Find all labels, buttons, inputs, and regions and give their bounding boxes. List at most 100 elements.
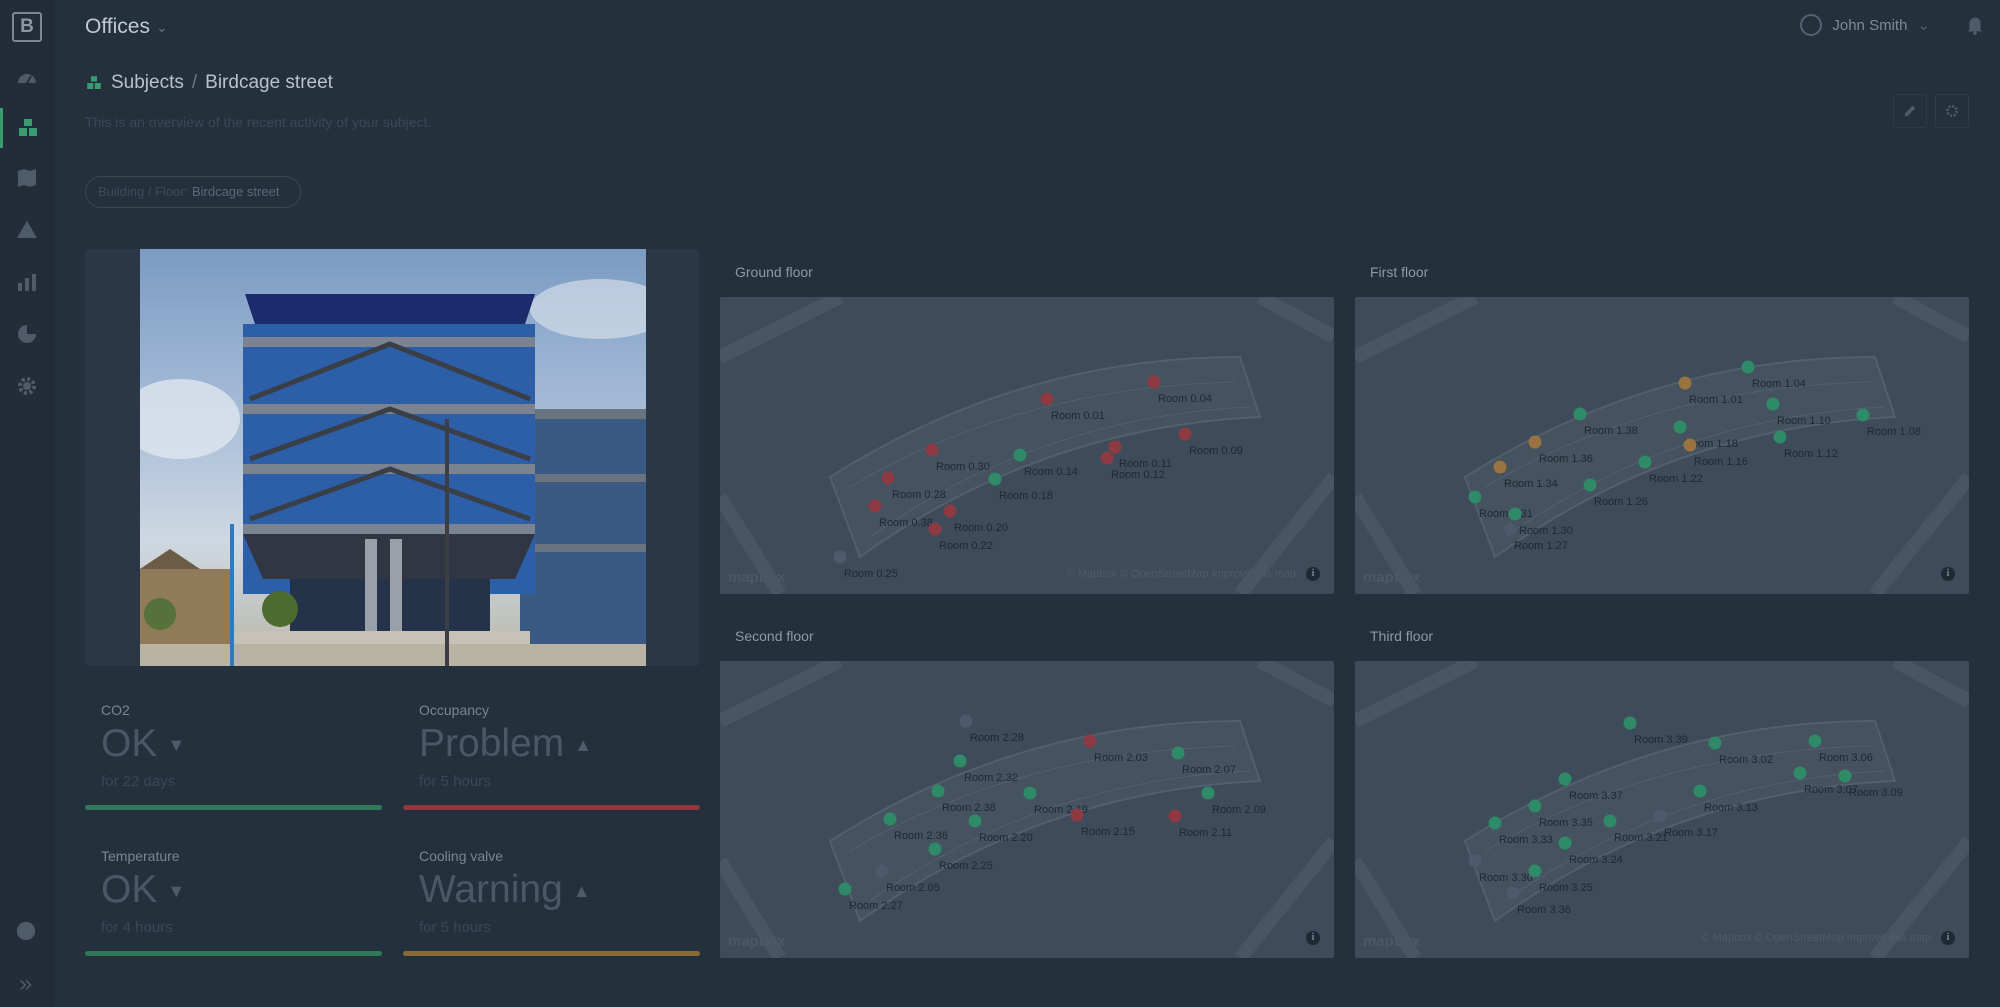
room-marker[interactable]: [1638, 455, 1652, 469]
second-floor-map[interactable]: Room 2.28 Room 2.03 Room 2.07 Room 2.32 Room…: [720, 661, 1334, 958]
room-marker[interactable]: [1083, 734, 1097, 748]
room-label: Room 0.20: [954, 522, 1008, 534]
room-marker[interactable]: [1623, 716, 1637, 730]
help-button[interactable]: [13, 918, 39, 944]
notifications-button[interactable]: [1964, 14, 1986, 36]
room-marker[interactable]: [1201, 786, 1215, 800]
occupancy-status-tile[interactable]: Occupancy Problem ▲ for 5 hours: [403, 686, 700, 818]
room-marker[interactable]: [1528, 435, 1542, 449]
room-marker[interactable]: [1468, 490, 1482, 504]
temperature-status-tile[interactable]: Temperature OK ▼ for 4 hours: [85, 832, 382, 964]
room-marker[interactable]: [1023, 786, 1037, 800]
cooling-valve-status-tile[interactable]: Cooling valve Warning ▲ for 5 hours: [403, 832, 700, 964]
room-marker[interactable]: [881, 471, 895, 485]
room-label: Room 1.34: [1504, 478, 1558, 490]
room-marker[interactable]: [968, 814, 982, 828]
room-marker[interactable]: [883, 812, 897, 826]
sidebar-item-reports[interactable]: [0, 314, 53, 354]
room-marker[interactable]: [925, 443, 939, 457]
settings-button[interactable]: [1935, 94, 1969, 128]
app-logo[interactable]: B: [12, 12, 42, 42]
mapbox-logo[interactable]: mapbox: [1363, 569, 1421, 586]
room-marker[interactable]: [1528, 799, 1542, 813]
co2-status-tile[interactable]: CO2 OK ▼ for 22 days: [85, 686, 382, 818]
map-icon: [17, 169, 36, 187]
room-label: Room 2.38: [942, 802, 996, 814]
room-marker[interactable]: [1558, 836, 1572, 850]
edit-button[interactable]: [1893, 94, 1927, 128]
room-label: Room 1.10: [1777, 415, 1831, 427]
room-marker[interactable]: [1168, 809, 1182, 823]
room-marker[interactable]: [943, 504, 957, 518]
room-marker[interactable]: [1583, 478, 1597, 492]
room-marker[interactable]: [1683, 438, 1697, 452]
first-floor-map[interactable]: Room 1.04 Room 1.01 Room 1.38 Room 1.10 Room…: [1355, 297, 1969, 594]
sidebar-item-settings[interactable]: [0, 366, 53, 406]
room-marker[interactable]: [1508, 507, 1522, 521]
room-marker[interactable]: [1838, 769, 1852, 783]
room-marker[interactable]: [875, 864, 889, 878]
room-marker[interactable]: [1808, 734, 1822, 748]
third-floor-map[interactable]: Room 3.39 Room 3.02 Room 3.06 Room 3.37 Room…: [1355, 661, 1969, 958]
room-marker[interactable]: [1793, 766, 1807, 780]
sidebar-item-map[interactable]: [0, 158, 53, 198]
room-marker[interactable]: [1100, 451, 1114, 465]
mapbox-logo[interactable]: mapbox: [728, 569, 786, 586]
room-marker[interactable]: [1147, 375, 1161, 389]
sidebar-item-alerts[interactable]: [0, 210, 53, 250]
room-marker[interactable]: [1741, 360, 1755, 374]
building-filter-pill[interactable]: Building / Floor: Birdcage street: [85, 176, 301, 208]
room-marker[interactable]: [1693, 784, 1707, 798]
room-marker[interactable]: [1171, 746, 1185, 760]
info-icon[interactable]: i: [1306, 931, 1320, 945]
room-marker[interactable]: [1673, 420, 1687, 434]
info-icon[interactable]: i: [1941, 567, 1955, 581]
room-marker[interactable]: [838, 882, 852, 896]
app-title-dropdown[interactable]: Offices ⌄: [85, 15, 168, 39]
room-marker[interactable]: [1178, 427, 1192, 441]
room-marker[interactable]: [1040, 392, 1054, 406]
room-marker[interactable]: [1493, 460, 1507, 474]
info-icon[interactable]: i: [1941, 931, 1955, 945]
mapbox-logo[interactable]: mapbox: [1363, 933, 1421, 950]
pie-chart-icon: [17, 325, 36, 343]
room-marker[interactable]: [1488, 816, 1502, 830]
breadcrumb-root-link[interactable]: Subjects: [111, 72, 184, 94]
room-marker[interactable]: [1108, 440, 1122, 454]
ground-floor-map[interactable]: Room 0.01 Room 0.04 Room 0.30 Room 0.14 Room…: [720, 297, 1334, 594]
sidebar-item-dashboard[interactable]: [0, 58, 53, 98]
room-marker[interactable]: [928, 842, 942, 856]
room-marker[interactable]: [1506, 886, 1520, 900]
room-marker[interactable]: [1603, 814, 1617, 828]
expand-sidebar-button[interactable]: [13, 972, 39, 998]
room-marker[interactable]: [1773, 430, 1787, 444]
map-attribution[interactable]: © Mapbox © OpenStreetMap Improve this ma…: [1701, 932, 1931, 944]
room-marker[interactable]: [1708, 736, 1722, 750]
sidebar-item-subjects[interactable]: [0, 108, 53, 148]
room-marker[interactable]: [1678, 376, 1692, 390]
tile-value: Warning ▲: [419, 868, 591, 911]
room-marker[interactable]: [959, 714, 973, 728]
room-label: Room 3.39: [1634, 734, 1688, 746]
room-marker[interactable]: [1503, 522, 1517, 536]
room-marker[interactable]: [1558, 772, 1572, 786]
info-icon[interactable]: i: [1306, 567, 1320, 581]
map-attribution[interactable]: © Mapbox © OpenStreetMap Improve this ma…: [1066, 568, 1296, 580]
sidebar-item-analytics[interactable]: [0, 262, 53, 302]
room-marker[interactable]: [953, 754, 967, 768]
room-marker[interactable]: [1070, 808, 1084, 822]
room-marker[interactable]: [868, 499, 882, 513]
room-marker[interactable]: [833, 550, 847, 564]
room-marker[interactable]: [1856, 408, 1870, 422]
room-marker[interactable]: [1013, 448, 1027, 462]
user-menu[interactable]: John Smith ⌄: [1800, 14, 1930, 36]
room-marker[interactable]: [1573, 407, 1587, 421]
room-marker[interactable]: [1528, 864, 1542, 878]
room-marker[interactable]: [1468, 854, 1482, 868]
room-marker[interactable]: [1766, 397, 1780, 411]
mapbox-logo[interactable]: mapbox: [728, 933, 786, 950]
room-marker[interactable]: [928, 522, 942, 536]
room-marker[interactable]: [1653, 809, 1667, 823]
room-marker[interactable]: [931, 784, 945, 798]
room-marker[interactable]: [988, 472, 1002, 486]
